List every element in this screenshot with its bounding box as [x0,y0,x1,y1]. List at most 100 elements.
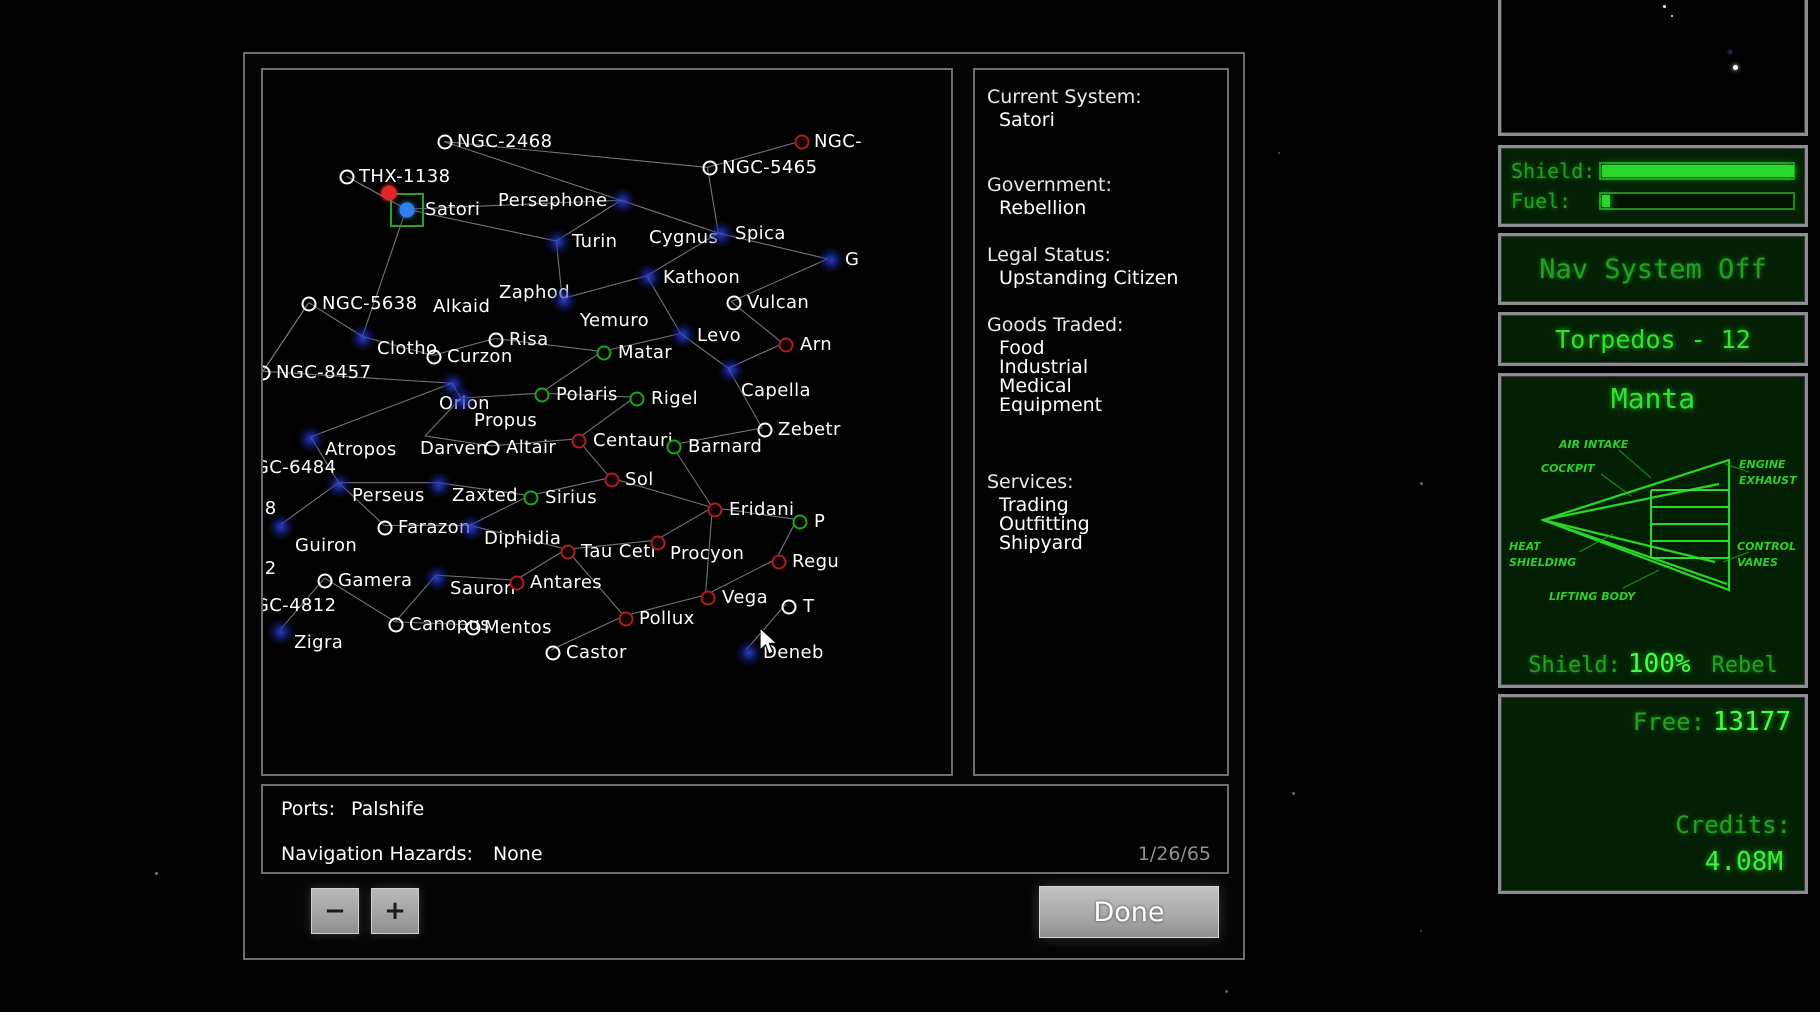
system-node[interactable] [793,515,808,530]
fuel-gauge-fill [1602,195,1610,207]
system-node[interactable] [535,388,550,403]
label-control-vanes-2: VANES [1737,556,1778,569]
system-node[interactable] [772,555,787,570]
legal-status-block: Legal Status: Upstanding Citizen [987,246,1227,288]
system-node[interactable] [378,521,393,536]
system-node[interactable] [630,392,645,407]
system-node[interactable] [545,229,571,255]
viewscreen-panel [1498,0,1808,136]
done-button[interactable]: Done [1039,886,1219,938]
system-node[interactable] [727,296,742,311]
nav-status-panel[interactable]: Nav System Off [1498,233,1808,305]
ports-label: Ports: [281,798,335,820]
label-engine-exhaust-2: EXHAUST [1739,474,1798,487]
zoom-out-button[interactable]: − [311,888,359,934]
game-screen: NGC-2468NGC-5465NGC-THX-1138SatoriPersep… [0,0,1820,1012]
system-node[interactable] [424,565,450,591]
system-node[interactable] [605,473,620,488]
system-node[interactable] [708,221,734,247]
system-node[interactable] [782,600,797,615]
current-system-block: Current System: Satori [987,88,1227,130]
system-node[interactable] [718,357,744,383]
services-list: TradingOutfittingShipyard [987,496,1227,553]
system-node[interactable] [426,472,452,498]
system-node[interactable] [779,338,794,353]
system-node[interactable] [466,621,481,636]
label-control-vanes-1: CONTROL [1737,540,1796,553]
goods-item: Equipment [987,396,1227,415]
nav-status-text: Nav System Off [1539,254,1767,285]
system-node[interactable] [458,515,484,541]
fuel-gauge-row: Fuel: [1511,186,1795,216]
system-node[interactable] [818,247,844,273]
system-node[interactable] [610,188,636,214]
system-node[interactable] [667,440,682,455]
system-node[interactable] [400,203,415,218]
system-node[interactable] [438,135,453,150]
label-lifting-body: LIFTING BODY [1549,590,1636,603]
gauges-panel: Shield: Fuel: [1498,145,1808,227]
system-node[interactable] [318,574,333,589]
hazards-label: Navigation Hazards: [281,843,473,865]
goods-traded-block: Goods Traded: FoodIndustrialMedicalEquip… [987,316,1227,415]
system-node[interactable] [651,536,666,551]
zoom-in-button[interactable]: + [371,888,419,934]
system-node[interactable] [795,135,810,150]
current-system-label: Current System: [987,88,1227,111]
ship-diagram: AIR INTAKE COCKPIT HEAT SHIELDING LIFTIN… [1501,412,1805,627]
system-node[interactable] [449,387,475,413]
government-label: Government: [987,176,1227,199]
ship-shield-label: Shield: [1528,653,1621,678]
starmap-viewport[interactable]: NGC-2468NGC-5465NGC-THX-1138SatoriPersep… [261,68,953,776]
system-node[interactable] [546,646,561,661]
system-node[interactable] [551,287,577,313]
ship-status-row: Shield: 100% Rebel [1501,649,1805,679]
goods-traded-label: Goods Traded: [987,316,1227,339]
shield-gauge-row: Shield: [1511,156,1795,186]
system-node[interactable] [268,619,294,645]
credits-value: 4.08M [1705,847,1783,877]
ship-faction: Rebel [1712,653,1778,678]
system-node[interactable] [427,350,442,365]
system-node[interactable] [561,545,576,560]
system-node[interactable] [636,264,662,290]
hazards-value: None [493,843,543,865]
system-node[interactable] [350,325,376,351]
system-node[interactable] [670,322,696,348]
system-node[interactable] [298,426,324,452]
services-label: Services: [987,473,1227,496]
map-status-strip: Ports: Palshife Navigation Hazards: None… [261,784,1229,874]
system-node[interactable] [489,333,504,348]
system-node[interactable] [389,618,404,633]
system-node[interactable] [758,423,773,438]
fuel-gauge-track [1599,192,1795,210]
system-node[interactable] [597,346,612,361]
current-system-value: Satori [987,111,1227,130]
system-node[interactable] [340,170,355,185]
torpedos-panel[interactable]: Torpedos - 12 [1498,312,1808,366]
ports-value: Palshife [351,798,424,820]
government-value: Rebellion [987,199,1227,218]
system-node[interactable] [302,297,317,312]
system-node[interactable] [510,576,525,591]
government-block: Government: Rebellion [987,176,1227,218]
shield-gauge-track [1599,162,1795,180]
system-node[interactable] [736,640,762,666]
shield-label: Shield: [1511,159,1599,183]
system-node[interactable] [572,434,587,449]
system-node[interactable] [524,491,539,506]
game-date: 1/26/65 [1138,843,1211,865]
system-node[interactable] [701,591,716,606]
system-node[interactable] [485,441,500,456]
services-block: Services: TradingOutfittingShipyard [987,473,1227,553]
system-node[interactable] [619,612,634,627]
system-node[interactable] [326,472,352,498]
system-node[interactable] [708,503,723,518]
system-node[interactable] [703,161,718,176]
legal-status-value: Upstanding Citizen [987,269,1227,288]
shield-gauge-fill [1602,165,1794,177]
ship-panel: Manta [1498,373,1808,688]
system-node[interactable] [268,514,294,540]
system-node[interactable] [382,186,397,201]
label-heat-shielding-1: HEAT [1509,540,1542,553]
